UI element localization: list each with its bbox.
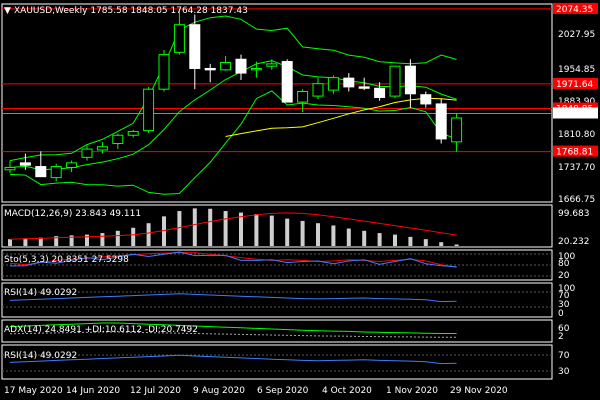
macd-bar [131,227,136,246]
macd-bar [439,242,444,246]
candle [404,65,416,95]
chart-header-title: XAUUSD,Weekly 1785.58 1848.05 1764.28 18… [14,6,248,16]
macd-bar [146,223,151,246]
price-tick: 1666.75 [558,195,595,205]
candle [173,24,185,53]
adx-tick: 2 [558,332,564,342]
macd-bar [100,233,105,246]
macd-bar [177,211,182,246]
time-tick: 17 May 2020 [4,386,63,396]
candle [35,166,47,178]
candle [204,67,216,71]
macd-label: MACD(12,26,9) 23.843 49.111 [4,209,141,219]
candle [389,65,401,97]
price-tick: 2027.95 [558,30,595,40]
price-highlight-text: 1971.64 [556,80,593,90]
time-tick: 12 Jul 2020 [130,386,181,396]
macd-bar [331,225,336,246]
macd-bar [115,230,120,246]
price-highlight-text: 2074.35 [556,5,593,15]
macd-bar [393,234,397,246]
chart-canvas: ▼ XAUUSD,Weekly 1785.58 1848.05 1764.28 … [0,0,600,400]
stoch-label: Sto(5,3,3) 20.8351 27.5298 [4,255,129,265]
candle [420,94,432,105]
candle [220,61,232,71]
candle [358,86,370,89]
candle [112,134,124,145]
candle [327,77,339,91]
rsi2-tick: 70 [558,351,570,361]
macd-bar [223,211,228,246]
stoch-tick: 80 [558,259,570,269]
rsi2-label: RSI(14) 49.0292 [4,351,77,361]
time-tick: 6 Sep 2020 [257,386,309,396]
macd-bar [377,233,382,246]
stoch-tick: 20 [558,271,570,281]
time-tick: 14 Jun 2020 [66,386,120,396]
candle [235,58,247,74]
candle [96,146,108,151]
candle [312,83,324,97]
time-tick: 29 Nov 2020 [450,386,508,396]
price-tick: 1737.70 [558,163,595,173]
time-tick: 9 Aug 2020 [193,386,245,396]
macd-bar [285,218,290,246]
price-tick: 1810.80 [558,130,595,140]
macd-bar [254,214,259,246]
candle [250,67,262,71]
price-highlight-text: 1837.43 [556,109,593,119]
adx-label: ADX(14) 24.8491 +DI:10.6112 -DI:20.7492 [4,325,198,335]
candle [66,162,78,168]
time-tick: 1 Nov 2020 [386,386,438,396]
candle [297,90,309,103]
candle [189,24,201,69]
candle [266,63,278,67]
macd-bar [423,239,428,246]
candle [343,77,355,88]
price-highlight-text: 1768.81 [556,148,593,158]
macd-bar [85,234,89,246]
rsi2-tick: 30 [558,367,570,377]
candle [374,87,386,98]
macd-bar [23,238,28,246]
macd-bar [346,228,351,246]
candle [281,61,293,103]
rsi-tick: 0 [558,309,564,319]
candle [19,162,31,166]
candle [451,117,463,143]
macd-bar [316,223,320,246]
rsi-label: RSI(14) 49.0292 [4,288,77,298]
candle [81,148,93,158]
price-tick: 1954.85 [558,65,595,75]
macd-bar [408,236,413,246]
candle [50,166,62,179]
candle [158,54,170,90]
time-tick: 4 Oct 2020 [322,386,372,396]
collapse-arrow-icon[interactable]: ▼ [4,6,11,16]
macd-bar [454,244,459,246]
macd-bar [239,212,243,246]
macd-bar [208,208,213,246]
macd-bar [192,208,197,246]
candle [143,88,155,132]
candle [435,103,447,140]
macd-bar [269,215,274,246]
candle [127,131,139,136]
macd-bar [8,239,12,246]
macd-tick: 20.232 [558,237,590,247]
macd-bar [362,230,367,246]
macd-bar [300,220,305,246]
candle [4,166,16,171]
macd-tick: 99.683 [558,209,590,219]
